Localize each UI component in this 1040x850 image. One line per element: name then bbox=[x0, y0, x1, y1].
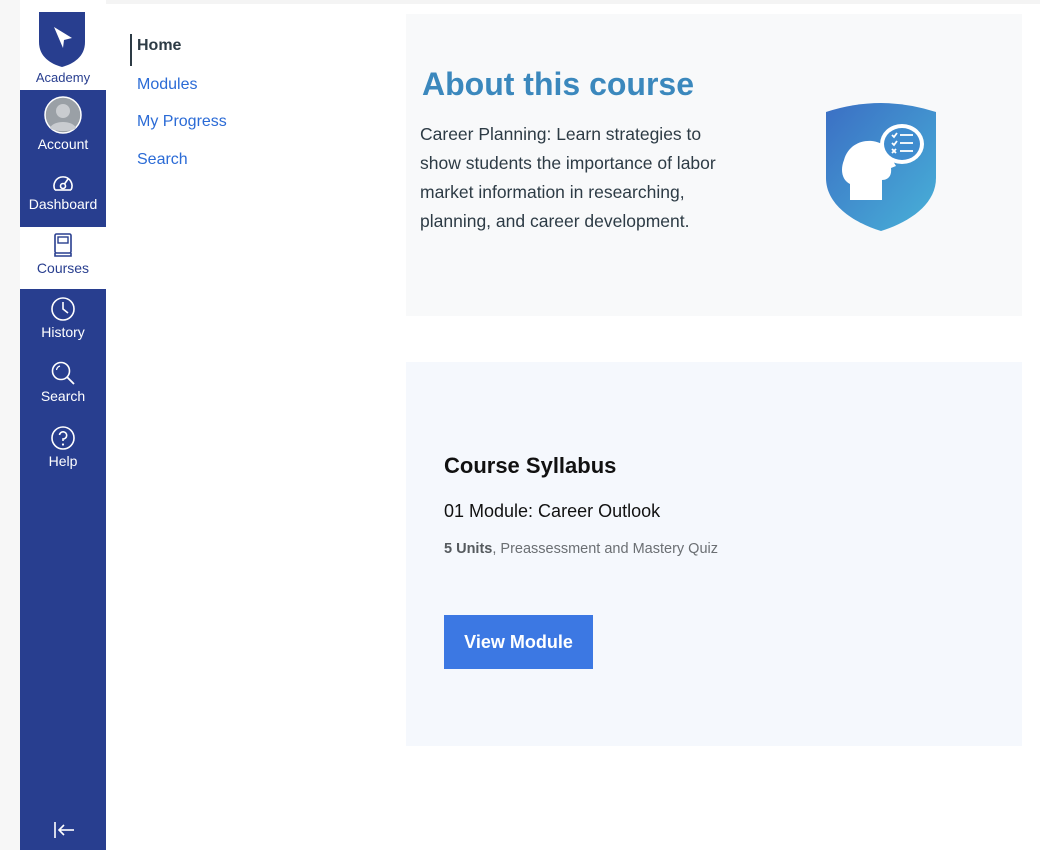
global-nav-dashboard[interactable]: Dashboard bbox=[20, 172, 106, 222]
module-name: 01 Module: Career Outlook bbox=[444, 501, 661, 521]
global-nav-history-label: History bbox=[41, 324, 85, 340]
book-icon bbox=[54, 233, 72, 257]
clock-icon bbox=[51, 297, 75, 321]
top-border bbox=[20, 0, 1040, 4]
global-nav-account-label: Account bbox=[37, 136, 89, 152]
global-nav-dashboard-label: Dashboard bbox=[28, 196, 98, 212]
search-icon bbox=[51, 361, 75, 385]
module-meta: 5 Units, Preassessment and Mastery Quiz bbox=[444, 541, 718, 557]
window-edge bbox=[0, 0, 20, 850]
avatar-icon bbox=[44, 96, 82, 134]
course-nav-search[interactable]: Search bbox=[137, 151, 188, 169]
career-shield-icon bbox=[826, 103, 936, 231]
course-nav-home[interactable]: Home bbox=[137, 37, 181, 55]
global-nav-search-label: Search bbox=[40, 388, 86, 404]
help-icon bbox=[51, 426, 75, 450]
logo[interactable]: Academy bbox=[20, 0, 106, 90]
logo-label: Academy bbox=[35, 70, 91, 85]
module-details: , Preassessment and Mastery Quiz bbox=[492, 541, 718, 557]
course-nav-modules[interactable]: Modules bbox=[137, 76, 197, 94]
course-syllabus-card: Course Syllabus 01 Module: Career Outloo… bbox=[406, 362, 1022, 746]
view-module-button[interactable]: View Module bbox=[444, 615, 593, 669]
about-description: Career Planning: Learn strategies to sho… bbox=[420, 124, 716, 231]
global-nav-help-label: Help bbox=[48, 453, 78, 469]
global-nav: Academy Account Dashboard Courses Histor… bbox=[20, 0, 106, 850]
syllabus-title: Course Syllabus bbox=[444, 453, 617, 478]
collapse-nav-icon[interactable] bbox=[52, 818, 76, 842]
global-nav-search[interactable]: Search bbox=[20, 360, 106, 410]
dashboard-icon bbox=[53, 176, 73, 191]
about-course-card: About this course Career Planning: Learn… bbox=[406, 14, 1022, 316]
about-title: About this course bbox=[422, 66, 695, 102]
global-nav-courses[interactable]: Courses bbox=[20, 227, 106, 289]
course-nav-my-progress[interactable]: My Progress bbox=[137, 113, 227, 131]
global-nav-courses-label: Courses bbox=[36, 260, 90, 276]
global-nav-account[interactable]: Account bbox=[20, 96, 106, 156]
global-nav-history[interactable]: History bbox=[20, 296, 106, 346]
global-nav-help[interactable]: Help bbox=[20, 425, 106, 475]
course-nav-active-indicator bbox=[130, 34, 132, 66]
academy-logo-icon bbox=[39, 12, 85, 67]
module-units: 5 Units bbox=[444, 541, 493, 557]
